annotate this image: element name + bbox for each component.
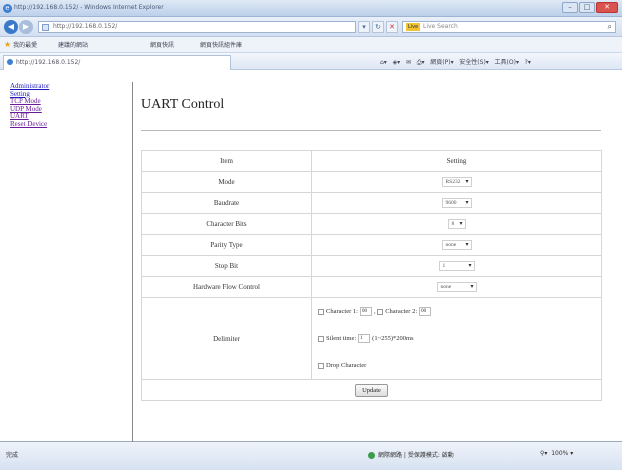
favorites-button[interactable]: ★ 我的最愛: [4, 40, 37, 49]
drop-character-label: Drop Character: [326, 362, 367, 369]
update-row: Update: [141, 379, 602, 401]
minimize-button[interactable]: –: [562, 2, 578, 13]
forward-button[interactable]: ▶: [19, 20, 33, 34]
header-item: Item: [141, 150, 312, 172]
url-text: http://192.168.0.152/: [53, 23, 118, 30]
delimiter-label: Delimiter: [141, 297, 312, 380]
stop-bit-label: Stop Bit: [141, 255, 312, 277]
tab-label: http://192.168.0.152/: [16, 59, 81, 66]
chevron-down-icon: ▾: [465, 242, 469, 248]
globe-icon: [368, 452, 375, 459]
window-controls: – □ ✕: [562, 2, 618, 13]
mode-select[interactable]: RS232 ▾: [441, 177, 472, 187]
silent-time-suffix: (1~255)*200ms: [372, 335, 414, 342]
tools-menu[interactable]: 工具(O): [495, 59, 516, 66]
frame-divider: [132, 82, 133, 442]
close-button[interactable]: ✕: [596, 2, 618, 13]
parity-type-label: Parity Type: [141, 234, 312, 256]
star-icon: ★: [4, 40, 12, 49]
page-title: UART Control: [141, 97, 225, 112]
compat-view-icon[interactable]: ▾: [358, 21, 370, 33]
character2-checkbox[interactable]: [377, 308, 384, 315]
command-bar: ⌂▾ ◈▾ ✉ ⎙▾ 網頁(P)▾ 安全性(S)▾ 工具(O)▾ ?▾: [380, 59, 531, 66]
zoom-control[interactable]: ⚲▾ 100% ▾: [540, 450, 573, 457]
parity-type-select[interactable]: none ▾: [441, 240, 472, 250]
character1-label: Character 1:: [326, 308, 358, 315]
title-rule: [141, 130, 601, 131]
delimiter-settings: Character 1: 00 , Character 2: 00 Silent…: [311, 297, 602, 380]
print-icon[interactable]: ⎙▾: [417, 59, 425, 66]
drop-character-checkbox[interactable]: [318, 362, 324, 369]
zoom-icon: ⚲▾: [540, 450, 548, 457]
mail-icon[interactable]: ✉: [406, 59, 411, 66]
header-setting: Setting: [311, 150, 602, 172]
table-row: Mode RS232 ▾: [141, 171, 602, 193]
uart-settings-table: Item Setting Mode RS232 ▾ Baudrate 9600 ▾ …: [141, 150, 602, 401]
character-bits-select[interactable]: 8 ▾: [447, 219, 466, 229]
stop-bit-select[interactable]: 1 ▾: [438, 261, 475, 271]
chevron-down-icon: ▾: [465, 179, 469, 185]
favorites-bar: ★ 我的最愛 建議的網站 網頁快訊 網頁快訊組件庫: [0, 37, 622, 53]
sidebar-item-reset-device[interactable]: Reset Device: [10, 120, 110, 129]
chevron-down-icon: ▾: [459, 221, 463, 227]
character1-checkbox[interactable]: [318, 308, 324, 315]
safety-menu[interactable]: 安全性(S): [459, 59, 486, 66]
browser-tab[interactable]: http://192.168.0.152/: [3, 55, 231, 70]
fav-item-suggested[interactable]: 建議的網站: [58, 40, 88, 49]
tab-bar: http://192.168.0.152/ ⌂▾ ◈▾ ✉ ⎙▾ 網頁(P)▾ …: [0, 53, 622, 70]
character2-label: Character 2:: [385, 308, 418, 315]
page-content: Administrator Setting TCP Mode UDP Mode …: [0, 70, 622, 442]
home-icon[interactable]: ⌂▾: [380, 59, 387, 66]
back-button[interactable]: ◀: [4, 20, 18, 34]
silent-time-input[interactable]: 1: [358, 334, 371, 343]
chevron-down-icon: ▾: [470, 284, 474, 290]
table-header-row: Item Setting: [141, 150, 602, 172]
chevron-down-icon: ▾: [465, 200, 469, 206]
status-bar: 完成 網際網路 | 受保護模式: 啟動 ⚲▾ 100% ▾: [0, 442, 622, 470]
stop-icon[interactable]: ✕: [386, 21, 398, 33]
character-bits-label: Character Bits: [141, 213, 312, 235]
table-row: Parity Type none ▾: [141, 234, 602, 256]
silent-time-checkbox[interactable]: [318, 335, 324, 342]
table-row: Hardware Flow Control none ▾: [141, 276, 602, 298]
table-row: Delimiter Character 1: 00 , Character 2:…: [141, 297, 602, 380]
search-placeholder: Live Search: [423, 23, 458, 30]
page-icon: [42, 24, 49, 31]
hw-flow-control-label: Hardware Flow Control: [141, 276, 312, 298]
hw-flow-control-select[interactable]: none ▾: [436, 282, 477, 292]
search-icon[interactable]: ⌕: [608, 22, 612, 32]
mode-label: Mode: [141, 171, 312, 193]
silent-time-label: Silent time:: [326, 335, 357, 342]
refresh-icon[interactable]: ↻: [372, 21, 384, 33]
table-row: Character Bits 8 ▾: [141, 213, 602, 235]
url-field[interactable]: http://192.168.0.152/: [38, 21, 356, 33]
page-menu[interactable]: 網頁(P): [430, 59, 450, 66]
title-bar: e http://192.168.0.152/ - Windows Intern…: [0, 0, 622, 17]
url-tools: ▾ ↻ ✕: [358, 21, 398, 33]
table-row: Stop Bit 1 ▾: [141, 255, 602, 277]
search-input[interactable]: Live Live Search ⌕: [402, 21, 616, 33]
feeds-icon[interactable]: ◈▾: [393, 59, 401, 66]
tab-icon: [7, 59, 13, 65]
address-bar: ◀ ▶ http://192.168.0.152/ ▾ ↻ ✕ Live Liv…: [0, 17, 622, 37]
fav-item-gallery[interactable]: 網頁快訊組件庫: [200, 40, 242, 49]
sidebar-nav: Administrator Setting TCP Mode UDP Mode …: [10, 82, 110, 129]
table-row: Baudrate 9600 ▾: [141, 192, 602, 214]
status-text: 完成: [6, 452, 19, 459]
ie-icon: e: [3, 4, 12, 13]
table-row: Update: [141, 379, 602, 401]
character2-input[interactable]: 00: [419, 307, 432, 316]
update-button[interactable]: Update: [355, 383, 388, 397]
security-zone: 網際網路 | 受保護模式: 啟動: [368, 450, 454, 459]
fav-item-slices[interactable]: 網頁快訊: [150, 40, 174, 49]
search-engine-icon: Live: [406, 23, 420, 31]
chevron-down-icon: ▾: [468, 263, 472, 269]
maximize-button[interactable]: □: [579, 2, 595, 13]
help-icon[interactable]: ?: [525, 59, 528, 66]
baudrate-label: Baudrate: [141, 192, 312, 214]
baudrate-select[interactable]: 9600 ▾: [441, 198, 472, 208]
window-title: http://192.168.0.152/ - Windows Internet…: [14, 4, 164, 11]
character1-input[interactable]: 00: [359, 307, 372, 316]
